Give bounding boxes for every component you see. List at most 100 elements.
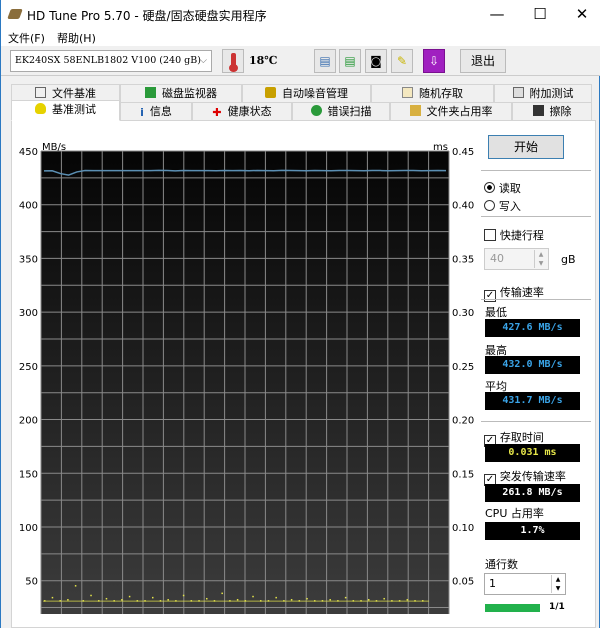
title-bar: HD Tune Pro 5.70 - 硬盘/固态硬盘实用程序 — ☐ ✕ bbox=[1, 0, 600, 30]
access-time-point bbox=[414, 600, 416, 602]
cpu-value: 1.7% bbox=[485, 522, 580, 540]
access-time-point bbox=[128, 595, 131, 598]
passes-input[interactable]: 1 ▲ ▼ bbox=[484, 573, 566, 595]
access-time-point bbox=[190, 600, 193, 602]
access-time-point bbox=[244, 600, 247, 602]
left-tick-label: 400 bbox=[19, 201, 38, 212]
drive-select-value: EK240SX 58ENLB1802 V100 (240 gB) bbox=[15, 55, 201, 66]
tab-error-scan[interactable]: 错误扫描 bbox=[292, 102, 390, 121]
access-time-point bbox=[352, 600, 355, 602]
access-time-point bbox=[375, 600, 378, 602]
access-time-point bbox=[344, 596, 347, 599]
access-time-point bbox=[360, 600, 362, 602]
tab-benchmark[interactable]: 基准测试 bbox=[11, 100, 120, 121]
menu-help[interactable]: 帮助(H) bbox=[57, 30, 96, 46]
spinner-arrows-icon[interactable]: ▲ ▼ bbox=[551, 575, 564, 593]
options-icon: ✎ bbox=[396, 54, 408, 68]
calculator-icon bbox=[512, 87, 524, 98]
read-radio[interactable]: 读取 bbox=[484, 180, 521, 196]
tab-aam[interactable]: 自动噪音管理 bbox=[242, 84, 371, 103]
tab-random-access[interactable]: 随机存取 bbox=[371, 84, 494, 103]
tab-label: 信息 bbox=[149, 105, 172, 118]
thermometer-icon bbox=[222, 49, 244, 73]
tab-info[interactable]: i 信息 bbox=[120, 102, 192, 121]
progress-bar bbox=[485, 604, 540, 612]
progress-text: 1/1 bbox=[549, 602, 565, 612]
access-time-point bbox=[422, 600, 424, 602]
access-time-point bbox=[283, 600, 285, 602]
tab-erase[interactable]: 擦除 bbox=[512, 102, 592, 121]
access-time-label: 存取时间 bbox=[499, 431, 544, 444]
access-time-point bbox=[144, 600, 146, 602]
exit-button[interactable]: 退出 bbox=[460, 49, 506, 73]
access-time-point bbox=[74, 585, 77, 587]
screenshot-button[interactable]: ◙ bbox=[365, 49, 387, 73]
magnifier-icon bbox=[310, 105, 322, 116]
access-time-point bbox=[175, 600, 177, 602]
access-time-point bbox=[236, 599, 239, 601]
access-time-point bbox=[51, 596, 54, 599]
right-tick-label: 0.25 bbox=[452, 362, 474, 373]
access-time-point bbox=[337, 600, 339, 602]
min-label: 最低 bbox=[485, 306, 507, 319]
left-tick-label: 100 bbox=[19, 523, 38, 534]
camera-icon: ◙ bbox=[370, 54, 382, 68]
access-time-point bbox=[329, 599, 331, 601]
drive-select[interactable]: EK240SX 58ENLB1802 V100 (240 gB) ⌵ bbox=[10, 50, 212, 72]
avg-value: 431.7 MB/s bbox=[485, 392, 580, 410]
tab-disk-monitor[interactable]: 磁盘监视器 bbox=[120, 84, 242, 103]
quick-stroke-input[interactable]: 40 ▲ ▼ bbox=[484, 248, 549, 270]
spinner-arrows-icon[interactable]: ▲ ▼ bbox=[534, 250, 547, 268]
access-time-point bbox=[229, 600, 231, 602]
checkbox-icon bbox=[484, 229, 496, 241]
access-time-point bbox=[306, 597, 308, 600]
left-axis-unit: MB/s bbox=[42, 142, 66, 153]
quick-stroke-checkbox[interactable]: 快捷行程 bbox=[484, 227, 544, 243]
tab-extra-tests[interactable]: 附加测试 bbox=[494, 84, 592, 103]
scatter-icon bbox=[402, 87, 413, 98]
right-tick-label: 0.30 bbox=[452, 308, 474, 319]
tab-folder-usage[interactable]: 文件夹占用率 bbox=[390, 102, 512, 121]
start-button[interactable]: 开始 bbox=[488, 135, 564, 159]
right-tick-label: 0.35 bbox=[452, 254, 474, 265]
speaker-icon bbox=[265, 87, 276, 98]
copy-results-button[interactable]: ▤ bbox=[339, 49, 361, 73]
access-time-point bbox=[368, 599, 370, 601]
cpu-label: CPU 占用率 bbox=[485, 507, 544, 520]
menu-file[interactable]: 文件(F) bbox=[8, 30, 45, 46]
access-time-point bbox=[113, 600, 115, 602]
close-button[interactable]: ✕ bbox=[567, 4, 597, 24]
access-time-point bbox=[44, 600, 46, 602]
tab-label: 错误扫描 bbox=[327, 105, 372, 118]
tab-label: 文件基准 bbox=[52, 87, 96, 100]
copy-info-button[interactable]: ▤ bbox=[314, 49, 336, 73]
access-time-point bbox=[67, 599, 69, 601]
access-time-point bbox=[82, 600, 85, 602]
window-title: HD Tune Pro 5.70 - 硬盘/固态硬盘实用程序 bbox=[27, 9, 267, 23]
access-time-point bbox=[167, 599, 169, 601]
left-tick-label: 50 bbox=[25, 577, 38, 588]
access-time-point bbox=[98, 600, 100, 602]
burst-rate-value: 261.8 MB/s bbox=[485, 484, 580, 502]
access-time-point bbox=[198, 600, 200, 602]
red-cross-icon: ✚ bbox=[212, 106, 222, 119]
lightbulb-icon bbox=[35, 103, 46, 114]
passes-value: 1 bbox=[489, 577, 496, 590]
divider bbox=[481, 216, 591, 217]
min-value: 427.6 MB/s bbox=[485, 319, 580, 337]
divider bbox=[481, 170, 591, 171]
save-button[interactable]: ⇩ bbox=[423, 49, 445, 73]
trash-icon bbox=[532, 105, 544, 116]
tab-label: 附加测试 bbox=[529, 87, 574, 100]
transfer-rate-label: 传输速率 bbox=[499, 286, 544, 299]
access-time-point bbox=[159, 600, 162, 602]
access-time-point bbox=[152, 596, 154, 599]
minimize-button[interactable]: — bbox=[482, 4, 512, 24]
read-label: 读取 bbox=[498, 182, 521, 195]
access-time-point bbox=[383, 597, 385, 600]
options-button[interactable]: ✎ bbox=[391, 49, 413, 73]
tab-health[interactable]: ✚ 健康状态 bbox=[192, 102, 292, 121]
maximize-button[interactable]: ☐ bbox=[525, 4, 555, 24]
write-radio[interactable]: 写入 bbox=[484, 198, 521, 214]
left-tick-label: 250 bbox=[19, 362, 38, 373]
